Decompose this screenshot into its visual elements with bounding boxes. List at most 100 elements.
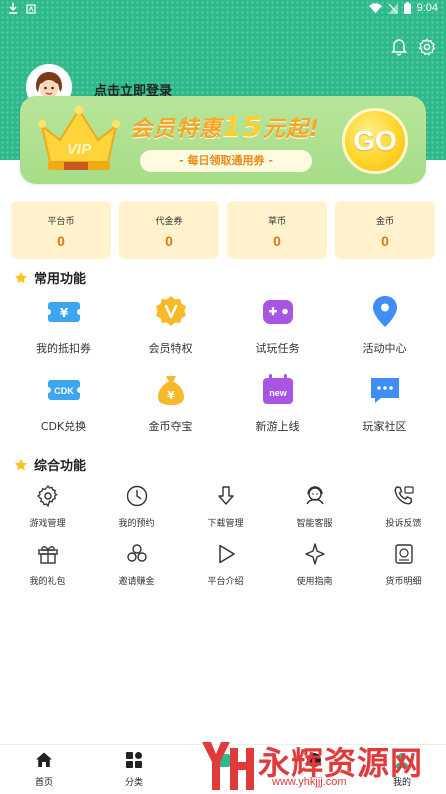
general-item-guide[interactable]: 使用指南 [270,542,359,587]
common-item-label: CDK兑换 [40,420,87,433]
common-item-label: 活动中心 [362,342,407,355]
common-item-label: 我的抵扣券 [36,342,91,355]
section-title-text: 常用功能 [34,271,87,286]
general-item-label: 我的礼包 [29,577,66,587]
signal-off-icon [387,2,398,14]
vip-title-number: 15 [222,110,263,143]
common-item-label: 金币夺宝 [148,420,193,433]
new-badge-text: new [269,388,288,398]
general-item-label: 下载管理 [207,519,244,529]
chat-bubble-icon [370,378,399,403]
nav-label: 分类 [124,778,143,788]
general-item-invite[interactable]: 邀请赚金 [92,542,181,587]
general-item-label: 游戏管理 [29,519,66,529]
common-item-gold-treasure[interactable]: ¥ 金币夺宝 [117,372,224,434]
header-actions [390,38,436,56]
bell-icon[interactable] [390,38,408,56]
star-icon [15,271,27,283]
general-item-platform-intro[interactable]: 平台介绍 [181,542,270,587]
general-section-title: 综合功能 [14,455,86,474]
nav-label: 首页 [34,778,53,788]
general-item-label: 平台介绍 [207,577,244,587]
currency-value: 0 [57,233,65,249]
currency-label: 草币 [267,217,286,227]
location-pin-icon [372,296,397,327]
general-item-customer-service[interactable]: 智能客服 [270,484,359,529]
common-item-label: 新游上线 [255,420,300,433]
general-item-gifts[interactable]: 我的礼包 [3,542,92,587]
general-item-game-manage[interactable]: 游戏管理 [3,484,92,529]
common-item-label: 玩家社区 [362,420,407,433]
common-section-title: 常用功能 [14,268,86,287]
star-icon [15,458,27,470]
common-item-activity-center[interactable]: 活动中心 [331,294,438,356]
currency-label: 平台币 [47,217,75,227]
general-item-label: 我的预约 [118,519,155,529]
clock-icon [126,485,147,507]
currency-card-platform[interactable]: 平台币 0 [11,201,111,259]
general-item-label: 投诉反馈 [385,519,422,529]
common-item-community[interactable]: 玩家社区 [331,372,438,434]
play-icon [218,544,235,564]
vip-crown-icon: VIP [38,105,120,170]
coins-icon [126,544,147,562]
status-time: 9:04 [416,2,438,14]
settings-gear-icon[interactable] [418,38,436,56]
currency-list-icon [394,544,413,564]
common-item-vip[interactable]: 会员特权 [117,294,224,356]
common-item-trial-tasks[interactable]: 试玩任务 [224,294,331,356]
general-item-label: 智能客服 [296,519,333,529]
svg-text:¥: ¥ [59,306,68,320]
general-item-label: 邀请赚金 [118,577,155,587]
download-arrow-icon [217,486,234,505]
common-item-coupons[interactable]: ¥ 我的抵扣券 [10,294,117,356]
general-item-reservations[interactable]: 我的预约 [92,484,181,529]
status-bar: 9:04 [0,0,446,18]
category-icon [126,752,142,768]
general-item-label: 货币明细 [385,577,422,587]
battery-icon [403,2,411,14]
money-bag-icon: ¥ [157,376,184,405]
currency-value: 0 [165,233,173,249]
cdk-icon: CDK [45,380,82,400]
currency-card-voucher[interactable]: 代金券 0 [119,201,219,259]
watermark: 永辉资源网 www.yhkjjj.com [196,738,426,794]
vip-title-pre: 会员特惠 [130,117,223,142]
currency-card-gold[interactable]: 金币 0 [335,201,435,259]
vip-crown-text: VIP [67,141,92,158]
sparkle-icon [304,543,325,565]
vip-banner[interactable]: VIP 会员特惠15元起! - 每日领取通用券 - GO [20,96,426,184]
download-notification-icon [9,3,17,14]
gear-refresh-icon [36,484,58,508]
general-item-label: 使用指南 [296,577,333,587]
section-title-text: 综合功能 [34,458,87,473]
watermark-url: www.yhkjjj.com [272,776,347,788]
common-item-cdk[interactable]: CDK CDK兑换 [10,372,117,434]
wifi-icon [368,2,382,13]
new-calendar-icon: new [262,374,293,404]
gamepad-icon [262,300,293,324]
general-item-currency-details[interactable]: 货币明细 [359,542,446,587]
general-functions-grid: 游戏管理 我的预约 下载管理 智能客服 投诉反馈 我的礼包 邀请赚金 平台介绍 … [3,484,446,594]
common-item-label: 会员特权 [148,342,193,355]
currency-value: 0 [273,233,281,249]
nav-home[interactable]: 首页 [14,751,74,788]
nav-category[interactable]: 分类 [104,751,164,788]
vip-title-post: 元起! [262,117,321,142]
vip-subtitle: - 每日领取通用券 - [140,150,312,172]
general-item-downloads[interactable]: 下载管理 [181,484,270,529]
general-item-feedback[interactable]: 投诉反馈 [359,484,446,529]
phone-feedback-icon [394,486,414,505]
coupon-icon: ¥ [45,302,82,322]
currency-value: 0 [381,233,389,249]
common-item-new-games[interactable]: new 新游上线 [224,372,331,434]
watermark-logo-icon [202,742,254,790]
vip-badge-icon [155,296,186,326]
status-bar-right: 9:04 [368,2,438,14]
home-icon [36,752,52,767]
app-notification-icon [26,3,36,14]
currency-card-grass[interactable]: 草币 0 [227,201,327,259]
app-root: 9:04 点击立即登录 VIP 会员特惠15元起! - 每日领取通用券 - GO… [0,0,446,794]
cdk-badge-text: CDK [54,386,74,396]
vip-go-button[interactable]: GO [342,108,408,174]
